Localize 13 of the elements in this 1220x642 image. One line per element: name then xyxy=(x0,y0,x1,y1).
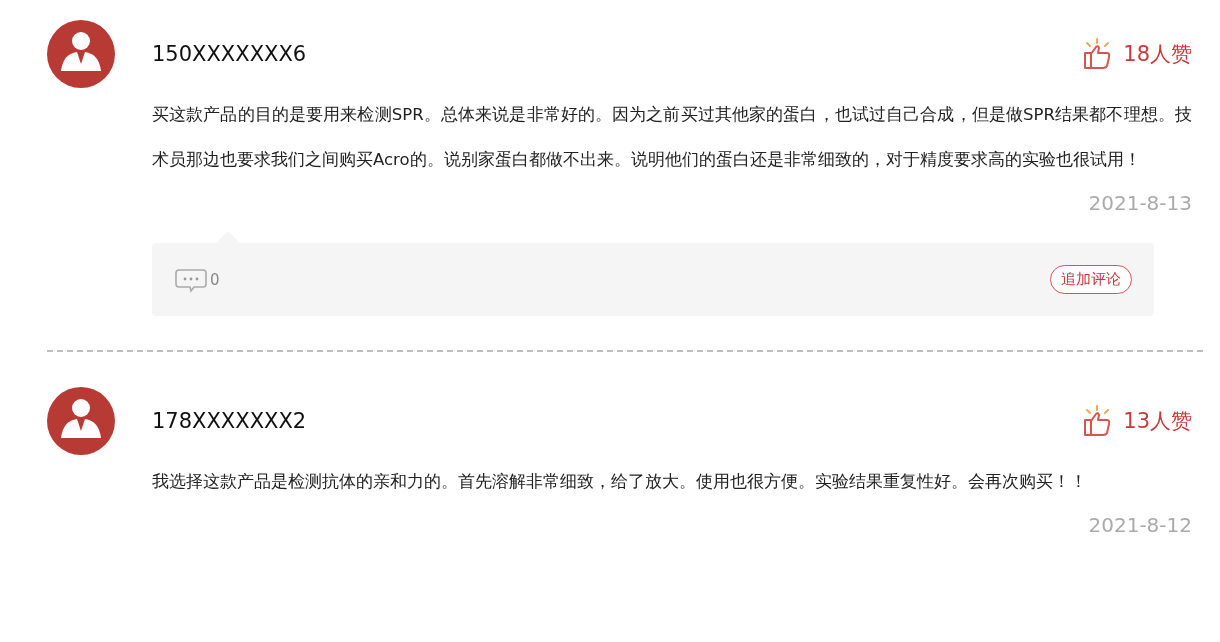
review-text: 买这款产品的目的是要用来检测SPR。总体来说是非常好的。因为之前买过其他家的蛋白，也试过自己合成，但是做SPR结果都不理想。技术员那边也要求我们之间购买Acro的。说别家蛋白都做不出来。说明他们的蛋白还是非常细致的，对于精度要求高的实验也很试用！ xyxy=(152,104,1192,171)
like-count: 13人赞 xyxy=(1123,408,1192,435)
like-count: 18人赞 xyxy=(1123,41,1192,68)
review-date: 2021-8-12 xyxy=(1088,512,1192,538)
username: 150XXXXXXX6 xyxy=(152,42,307,66)
avatar-icon xyxy=(47,387,115,455)
avatar-icon xyxy=(47,20,115,88)
username: 178XXXXXXX2 xyxy=(152,409,307,433)
review-date: 2021-8-13 xyxy=(1088,190,1192,216)
comment-count: 0 xyxy=(210,270,220,289)
review-text: 我选择这款产品是检测抗体的亲和力的。首先溶解非常细致，给了放大。使用也很方便。实验结果重复性好。会再次购买！！ xyxy=(152,471,1088,493)
speech-bubble-icon[interactable] xyxy=(174,266,208,293)
add-comment-button[interactable]: 追加评论 xyxy=(1050,265,1132,294)
